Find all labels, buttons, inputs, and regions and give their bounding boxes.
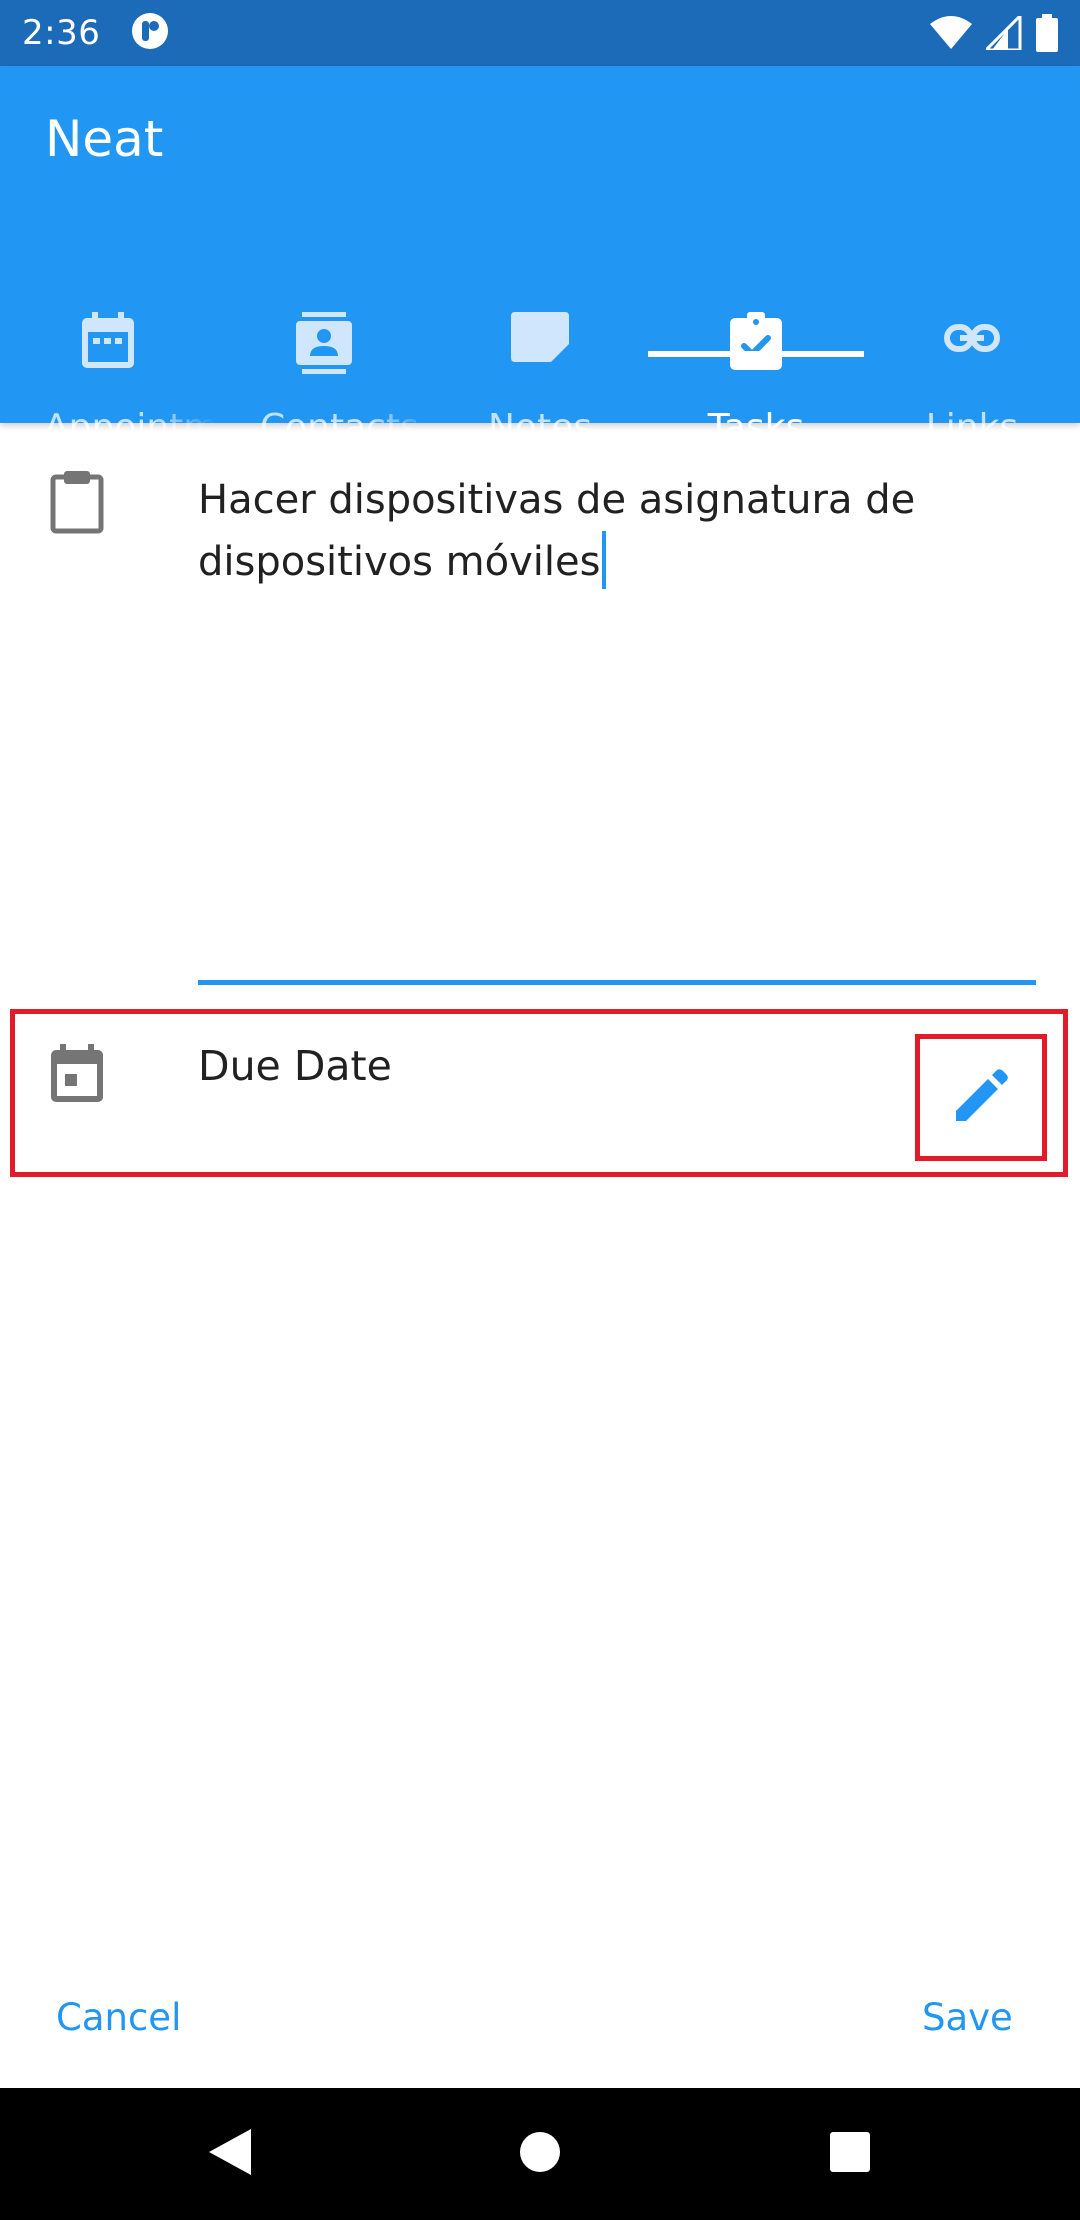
tab-label: Appointments	[44, 407, 216, 448]
input-underline	[198, 980, 1036, 985]
contact-icon	[216, 312, 432, 374]
link-icon	[864, 312, 1080, 352]
save-button[interactable]: Save	[922, 1996, 1013, 2039]
status-bar: 2:36	[0, 0, 1080, 66]
status-right	[930, 14, 1058, 52]
tab-bar: Appointments Contacts	[0, 232, 1080, 448]
recents-icon	[829, 2131, 871, 2177]
text-caret	[602, 531, 607, 589]
status-time: 2:36	[22, 13, 101, 53]
tab-indicator	[648, 351, 864, 357]
tab-label: Notes	[488, 407, 592, 448]
tab-links[interactable]: Links	[864, 232, 1080, 448]
task-description-input[interactable]: Hacer dispositivas de asignatura de disp…	[198, 469, 1038, 593]
tab-label: Links	[925, 407, 1019, 448]
calendar-icon	[0, 312, 216, 368]
back-icon	[207, 2127, 253, 2181]
app-notification-icon	[130, 11, 170, 55]
tab-notes[interactable]: Notes	[432, 232, 648, 448]
edit-due-date-button[interactable]	[915, 1034, 1047, 1161]
tab-appointments[interactable]: Appointments	[0, 232, 216, 448]
app-bar: Neat Appointments	[0, 66, 1080, 448]
calendar-icon	[51, 1044, 103, 1106]
note-icon	[432, 312, 648, 362]
cancel-button[interactable]: Cancel	[56, 1996, 181, 2039]
back-button[interactable]	[195, 2088, 265, 2220]
system-nav-bar	[0, 2088, 1080, 2220]
pencil-icon	[954, 1068, 1008, 1127]
wifi-icon	[930, 16, 972, 50]
recents-button[interactable]	[815, 2088, 885, 2220]
due-date-row[interactable]: Due Date	[10, 1009, 1068, 1177]
task-description-text: Hacer dispositivas de asignatura de disp…	[198, 477, 916, 585]
battery-icon	[1036, 14, 1058, 52]
signal-icon	[986, 16, 1022, 50]
tab-contacts[interactable]: Contacts	[216, 232, 432, 448]
tab-label: Tasks	[707, 407, 805, 448]
home-button[interactable]	[505, 2088, 575, 2220]
task-editor-screen: 2:36 Neat Appointm Contacts Notes Tasks …	[0, 0, 1080, 2220]
due-date-label: Due Date	[198, 1042, 392, 1090]
home-icon	[519, 2131, 561, 2177]
app-title: Neat	[45, 110, 164, 168]
clipboard-icon	[46, 467, 108, 539]
status-left: 2:36	[22, 11, 170, 55]
task-check-icon	[648, 312, 864, 370]
tab-tasks[interactable]: Tasks	[648, 232, 864, 448]
tab-label: Contacts	[260, 407, 419, 448]
